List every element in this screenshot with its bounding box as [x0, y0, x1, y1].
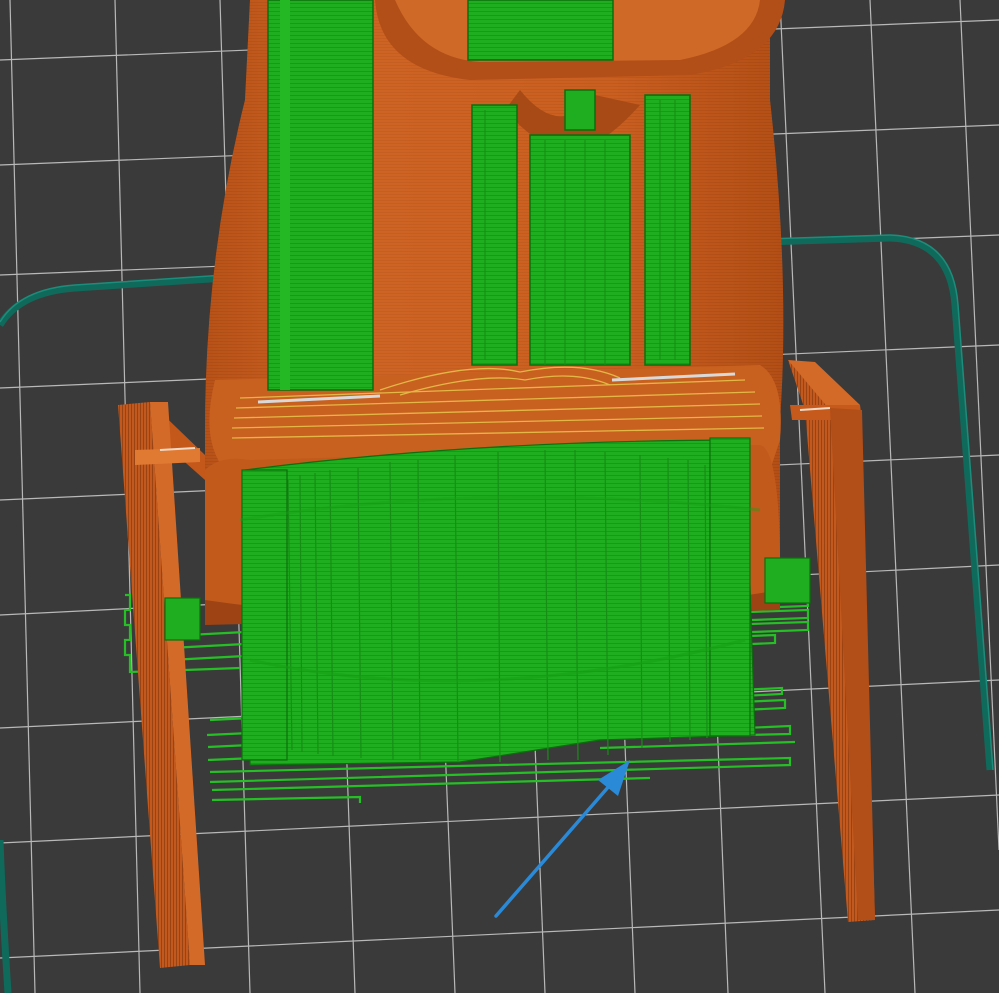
support-column	[471, 104, 518, 366]
skirt-left-bottom	[0, 839, 12, 993]
support-column	[564, 89, 596, 131]
slicer-3d-viewport[interactable]	[0, 0, 999, 993]
support-column	[164, 597, 201, 641]
left-leg	[118, 402, 205, 968]
support-column	[709, 437, 751, 737]
right-leg	[788, 360, 875, 922]
preview-canvas[interactable]	[0, 0, 999, 993]
lower-supports	[164, 437, 811, 766]
support-column	[467, 0, 614, 61]
skirt-left	[0, 273, 241, 327]
support-column	[644, 94, 691, 366]
annotation-arrow	[494, 760, 630, 918]
support-column	[764, 557, 811, 604]
arrow-shaft	[494, 783, 612, 918]
grid-line	[869, 0, 916, 993]
grid-line	[9, 0, 36, 993]
